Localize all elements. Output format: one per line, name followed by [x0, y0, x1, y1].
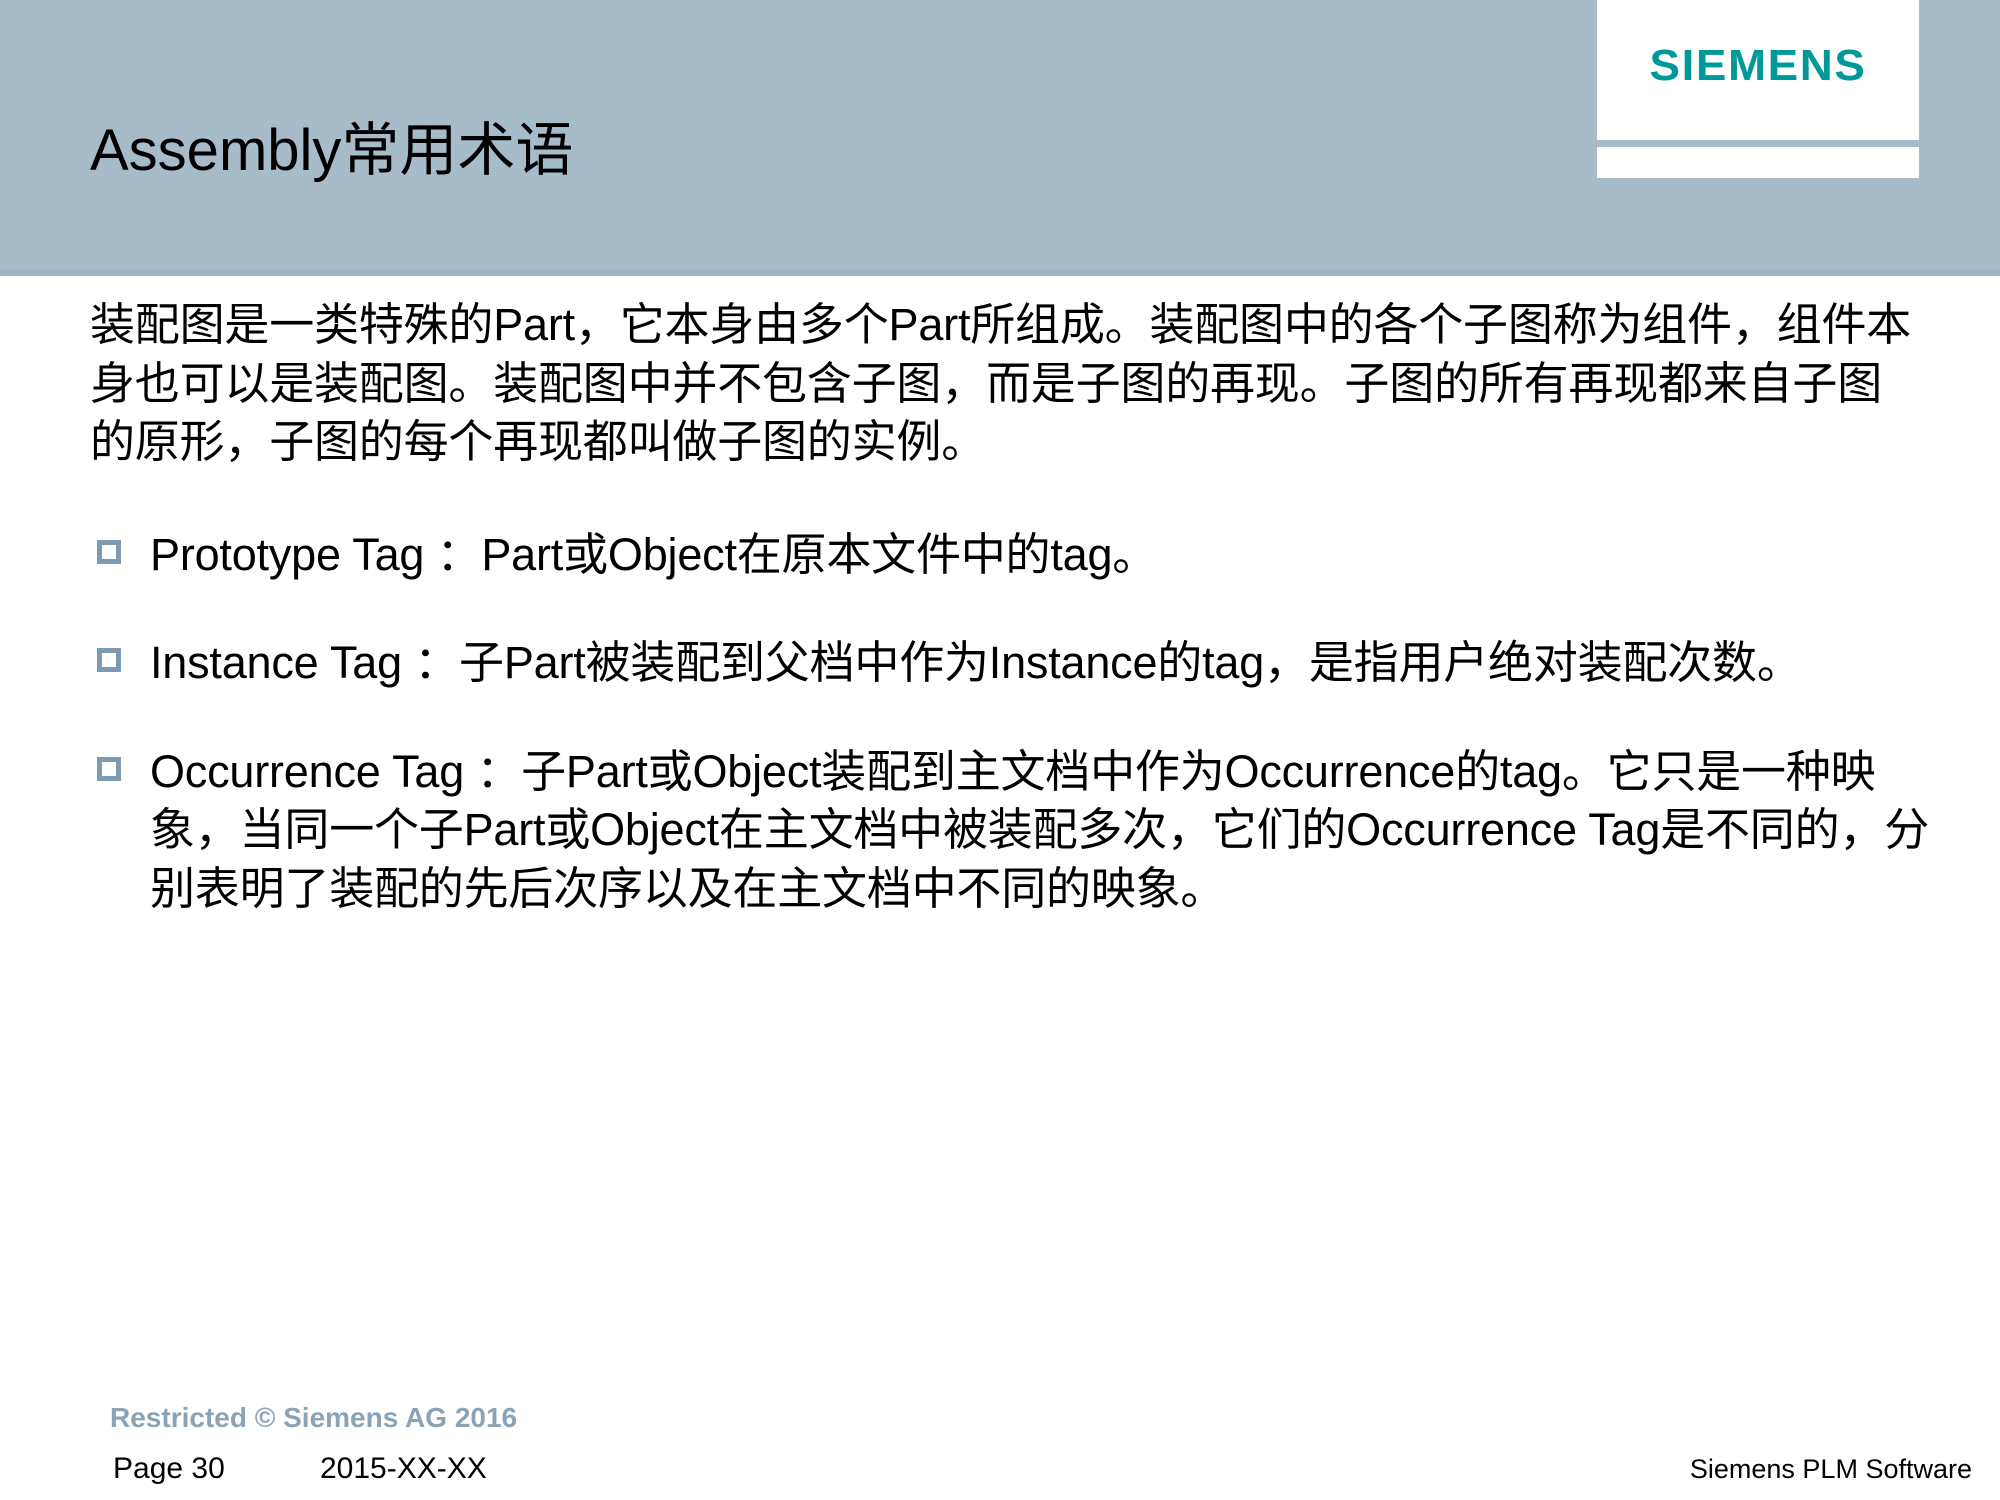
- term-bullet-list: Prototype Tag ：Part或Object在原本文件中的tag。 In…: [90, 526, 1930, 919]
- hollow-square-bullet-icon: [97, 648, 121, 672]
- presentation-slide: SIEMENS Assembly常用术语 装配图是一类特殊的Part，它本身由多…: [0, 0, 2000, 1500]
- logo-plate: SIEMENS: [1597, 0, 1919, 140]
- slide-footer: Restricted © Siemens AG 2016 Page 30 201…: [0, 1390, 2000, 1500]
- header-band-bottom-edge: [0, 270, 2000, 276]
- page-title: Assembly常用术语: [90, 118, 574, 183]
- list-item: Instance Tag ：子Part被装配到父档中作为Instance的tag…: [90, 634, 1930, 693]
- list-item: Occurrence Tag ：子Part或Object装配到主文档中作为Occ…: [90, 743, 1930, 919]
- lead-paragraph: 装配图是一类特殊的Part，它本身由多个Part所组成。装配图中的各个子图称为组…: [90, 299, 1912, 467]
- hollow-square-bullet-icon: [97, 539, 121, 564]
- list-item-label: Occurrence Tag ：子Part或Object装配到主文档中作为Occ…: [150, 745, 1930, 914]
- list-item-label: Prototype Tag ：Part或Object在原本文件中的tag。: [150, 528, 1158, 580]
- hollow-square-bullet-icon: [97, 756, 121, 781]
- list-item: Prototype Tag ：Part或Object在原本文件中的tag。: [90, 526, 1930, 585]
- footer-date: 2015-XX-XX: [320, 1452, 487, 1485]
- footer-page-number: Page 30: [113, 1452, 225, 1485]
- footer-copyright: Restricted © Siemens AG 2016: [110, 1402, 518, 1433]
- logo-underbar: [1597, 147, 1919, 178]
- siemens-logo: SIEMENS: [1597, 0, 1919, 178]
- list-item-label: Instance Tag ：子Part被装配到父档中作为Instance的tag…: [150, 637, 1802, 688]
- siemens-wordmark: SIEMENS: [1649, 41, 1867, 90]
- footer-brand: Siemens PLM Software: [1689, 1454, 1972, 1484]
- slide-body: 装配图是一类特殊的Part，它本身由多个Part所组成。装配图中的各个子图称为组…: [90, 296, 1930, 918]
